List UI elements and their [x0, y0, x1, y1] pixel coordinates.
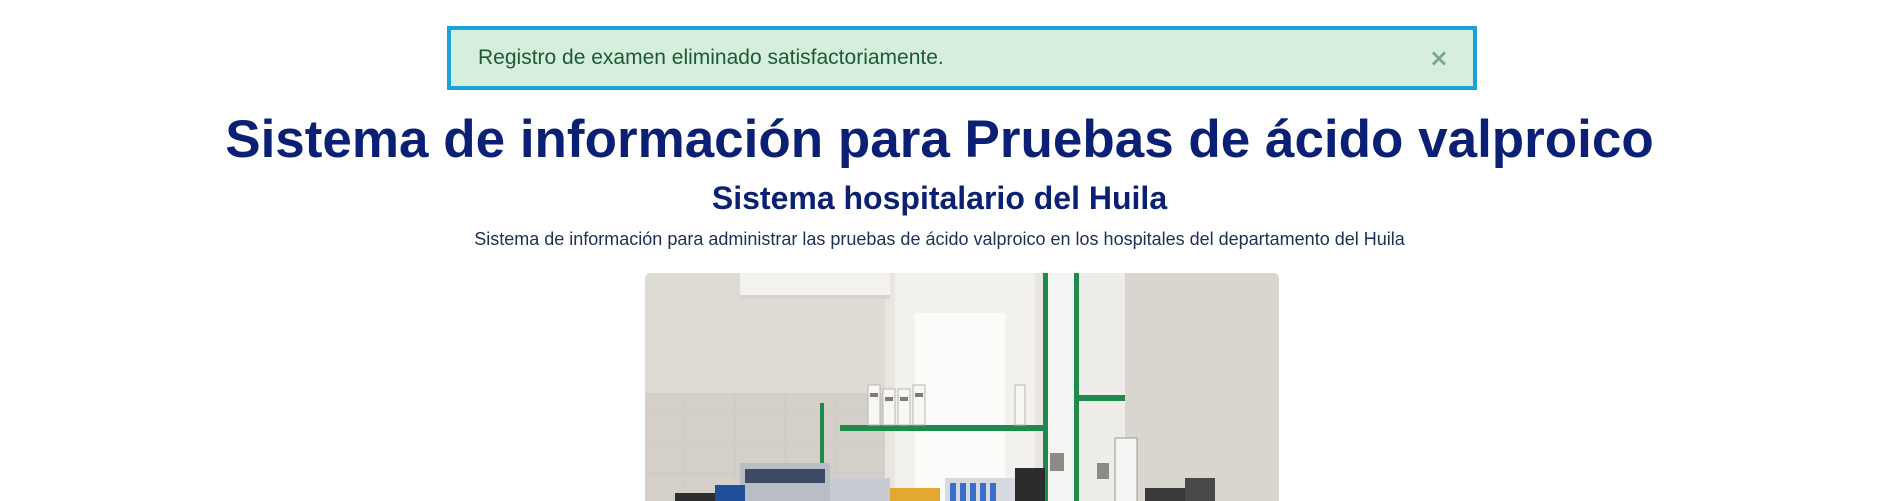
page-description: Sistema de información para administrar …	[474, 229, 1405, 249]
close-icon[interactable]: ×	[1429, 46, 1449, 70]
page-title: Sistema de información para Pruebas de á…	[225, 110, 1654, 169]
laboratory-image	[645, 273, 1279, 501]
alert-message: Registro de examen eliminado satisfactor…	[478, 46, 944, 69]
page-subtitle: Sistema hospitalario del Huila	[711, 180, 1168, 216]
success-alert: Registro de examen eliminado satisfactor…	[447, 26, 1477, 90]
page: Registro de examen eliminado satisfactor…	[0, 0, 1879, 501]
laboratory-photo-icon	[645, 273, 1279, 501]
